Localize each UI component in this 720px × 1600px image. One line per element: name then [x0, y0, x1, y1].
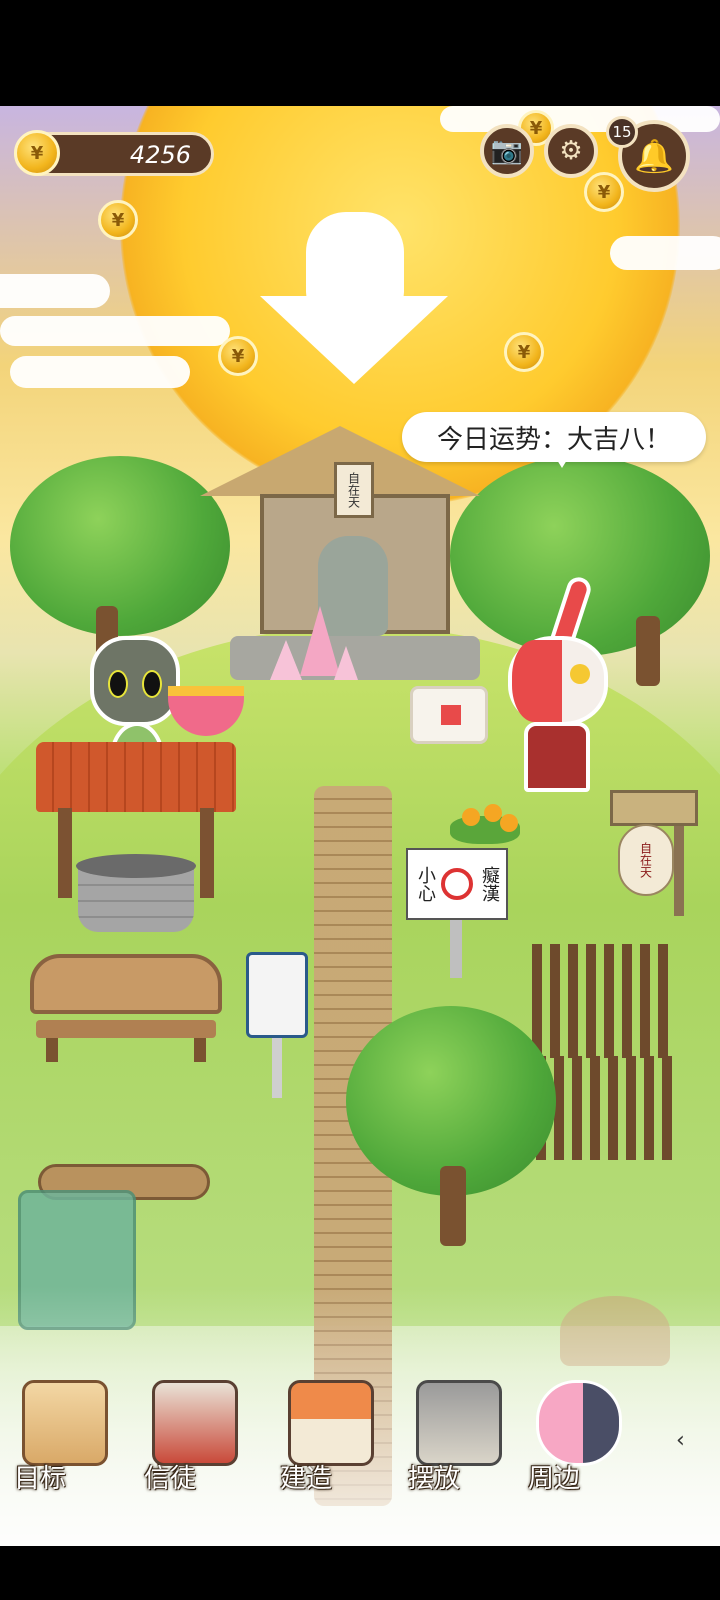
floating-coin[interactable]: ¥ [584, 172, 624, 212]
floating-coin[interactable]: ¥ [218, 336, 258, 376]
status-bar [0, 0, 720, 106]
paper-lantern[interactable]: 自在天 [610, 790, 700, 922]
cloud [610, 236, 720, 270]
books-icon [152, 1380, 238, 1466]
speech-bubble: 今日运势：大吉八！ [402, 412, 706, 468]
lantern-text: 自在天 [638, 842, 653, 878]
well-roof [36, 742, 236, 812]
house-icon [288, 1380, 374, 1466]
scroll-left-arrow-icon[interactable]: ‹ [676, 1428, 685, 1453]
wooden-fence[interactable] [532, 944, 672, 1058]
bell-icon: 🔔 [634, 137, 674, 175]
wooden-fence[interactable] [536, 1056, 676, 1160]
pink-crystals[interactable] [270, 606, 370, 686]
notification-count: 15 [612, 123, 632, 141]
sign-text-right: 癡漢 [479, 866, 500, 902]
bottom-menu-bar: 目标 信徒 建造 摆放 周边 ‹ [0, 1372, 720, 1502]
menu-followers-label: 信徒 [144, 1464, 197, 1494]
floating-coin[interactable]: ¥ [98, 200, 138, 240]
menu-merch-button[interactable]: 周边 [520, 1372, 630, 1496]
cloud [0, 274, 110, 308]
menu-followers-button[interactable]: 信徒 [136, 1372, 246, 1496]
settings-button[interactable]: ⚙ [544, 124, 598, 178]
drawer-chest-icon [22, 1380, 108, 1466]
coin-icon: ¥ [14, 130, 60, 176]
menu-place-button[interactable]: 摆放 [400, 1372, 510, 1496]
shrine-plaque: 自在天 [334, 462, 374, 518]
no-hand-icon [441, 868, 473, 900]
wooden-bench[interactable] [30, 954, 222, 1064]
sign-text-left: 小心 [415, 866, 436, 902]
menu-goals-button[interactable]: 目标 [6, 1372, 116, 1496]
first-aid-box[interactable] [410, 686, 488, 744]
bus-stop-sign[interactable] [246, 952, 308, 1102]
shrine-gate-icon [416, 1380, 502, 1466]
menu-build-label: 建造 [280, 1464, 333, 1494]
tree-trunk [636, 616, 660, 686]
tree [10, 456, 230, 636]
speech-bubble-text: 今日运势：大吉八！ [436, 424, 671, 455]
gear-icon: ⚙ [559, 136, 583, 166]
game-scene[interactable]: 自在天 小心 癡漢 自在天 [0, 106, 720, 1546]
cloud [10, 356, 190, 388]
tree-trunk [440, 1166, 466, 1246]
menu-goals-label: 目标 [14, 1464, 67, 1494]
top-deity-character[interactable] [306, 212, 404, 312]
menu-merch-label: 周边 [528, 1464, 581, 1494]
characters-icon [536, 1380, 622, 1466]
floating-coin[interactable]: ¥ [504, 332, 544, 372]
cloud [0, 316, 230, 346]
water-well[interactable] [36, 742, 236, 932]
menu-place-label: 摆放 [408, 1464, 461, 1494]
camera-icon: 📷 [490, 136, 524, 166]
bunny-character[interactable] [498, 574, 608, 806]
notification-badge: 15 [606, 116, 638, 148]
menu-build-button[interactable]: 建造 [272, 1372, 382, 1496]
orange-flower-plant[interactable] [440, 798, 530, 848]
coin-count: 4256 [129, 141, 191, 169]
navigation-bar [0, 1546, 720, 1600]
caution-sign[interactable]: 小心 癡漢 [406, 848, 508, 980]
shrine-plaque-text: 自在天 [346, 472, 361, 508]
camera-button[interactable]: 📷 [480, 124, 534, 178]
